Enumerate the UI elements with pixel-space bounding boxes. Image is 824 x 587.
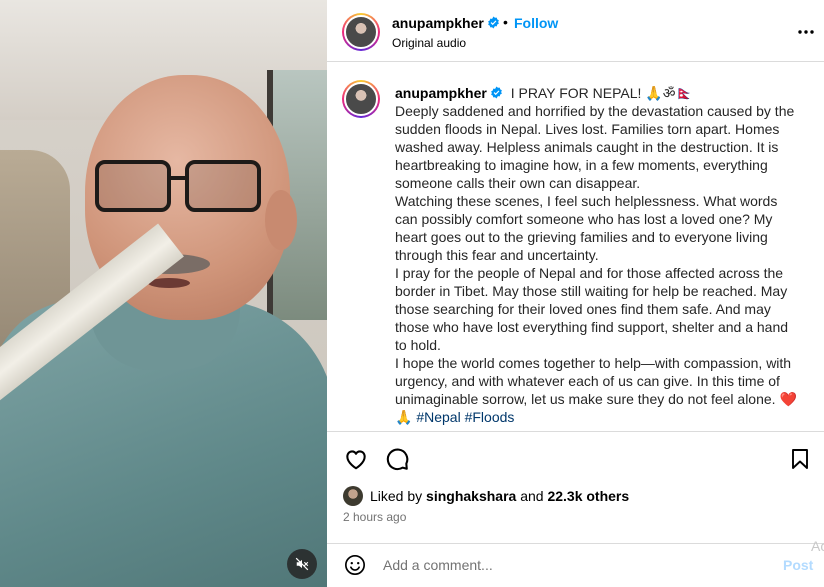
caption-text: anupampkher I PRAY FOR NEPAL! 🙏ॐ🇳🇵 Deepl…	[395, 84, 799, 426]
like-heart-icon[interactable]	[343, 446, 369, 472]
follow-button[interactable]: Follow	[514, 15, 558, 31]
speaker-muted-icon	[295, 557, 309, 571]
separator-dot: •	[503, 14, 508, 30]
author-avatar[interactable]	[342, 13, 380, 51]
caption-paragraph: I pray for the people of Nepal and for t…	[395, 265, 789, 353]
caption-paragraph: I hope the world comes together to help—…	[395, 355, 797, 407]
comment-input[interactable]	[383, 554, 763, 576]
folded-hands-emoji: 🙏	[395, 409, 413, 425]
eyeglasses	[95, 160, 265, 218]
verified-badge-icon	[487, 16, 499, 29]
caption-avatar[interactable]	[342, 80, 380, 118]
post-comment-button[interactable]: Post	[783, 557, 813, 573]
caption-paragraph: Watching these scenes, I feel such helpl…	[395, 193, 778, 263]
more-options-icon[interactable]	[797, 20, 815, 44]
mute-button[interactable]	[287, 549, 317, 579]
comment-bubble-icon[interactable]	[384, 446, 410, 472]
bookmark-icon[interactable]	[788, 446, 812, 472]
caption-username[interactable]: anupampkher	[395, 85, 503, 101]
likes-middle: and	[520, 488, 544, 504]
post-timestamp[interactable]: 2 hours ago	[343, 510, 406, 524]
overflow-text: Ac	[811, 538, 824, 554]
likes-summary[interactable]: Liked by singhakshara and 22.3k others	[343, 486, 629, 506]
emoji-picker-icon[interactable]	[344, 554, 366, 576]
post-header: anupampkher • Follow Original audio	[327, 0, 824, 62]
verified-badge-icon	[490, 86, 502, 99]
liker-username[interactable]: singhakshara	[426, 488, 516, 504]
audio-label[interactable]: Original audio	[392, 36, 466, 50]
hashtag-link[interactable]: #Floods	[465, 409, 515, 425]
likes-count[interactable]: 22.3k others	[547, 488, 629, 504]
person-ear	[265, 190, 297, 250]
comment-bar: Post Ac	[327, 538, 824, 587]
caption-paragraph: Deeply saddened and horrified by the dev…	[395, 103, 795, 191]
post-video[interactable]	[0, 0, 327, 587]
hashtag-link[interactable]: #Nepal	[416, 409, 460, 425]
liker-avatar[interactable]	[343, 486, 363, 506]
caption-section: anupampkher I PRAY FOR NEPAL! 🙏ॐ🇳🇵 Deepl…	[327, 62, 824, 432]
caption-title: I PRAY FOR NEPAL! 🙏ॐ🇳🇵	[510, 85, 693, 101]
likes-prefix: Liked by	[370, 488, 423, 504]
author-username[interactable]: anupampkher	[392, 15, 500, 31]
